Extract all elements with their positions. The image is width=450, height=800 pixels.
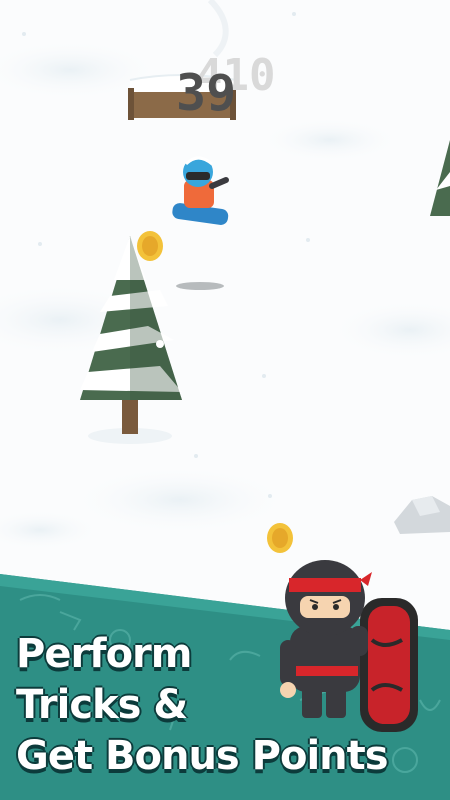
- promo-headline: Perform Tricks & Get Bonus Points: [16, 634, 436, 787]
- promo-line-2: Tricks &: [16, 682, 188, 728]
- mascot-headband: [289, 578, 361, 592]
- game-scene[interactable]: 410 39 Perform Tricks & Get Bonus Points: [0, 0, 450, 800]
- promo-line-3: Get Bonus Points: [16, 733, 389, 779]
- promo-line-1: Perform: [16, 631, 192, 677]
- mascot-face: [300, 596, 350, 618]
